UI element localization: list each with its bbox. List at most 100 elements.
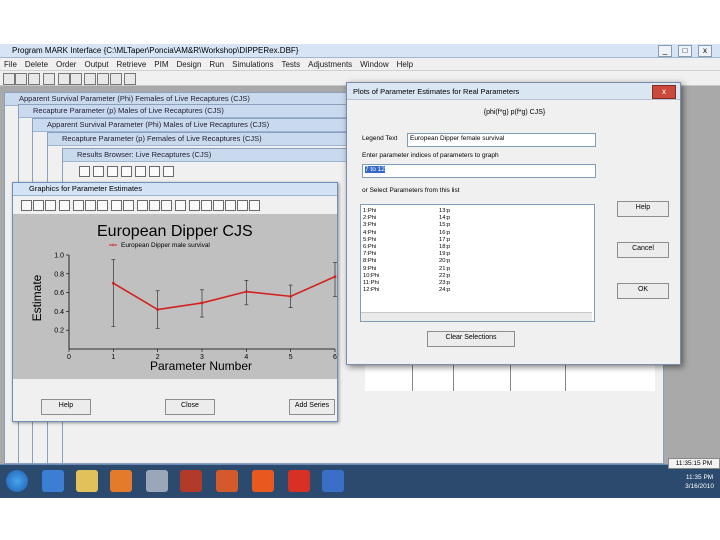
menu-design[interactable]: Design bbox=[177, 58, 202, 70]
toolbar-results-icon[interactable] bbox=[110, 73, 122, 85]
graph-print-icon[interactable] bbox=[225, 200, 236, 211]
menu-pim[interactable]: PIM bbox=[154, 58, 168, 70]
graph-grid-icon[interactable] bbox=[59, 200, 70, 211]
graph-help-button[interactable]: Help bbox=[41, 399, 91, 415]
rb-copy-icon[interactable] bbox=[149, 166, 160, 177]
list-scrollbar[interactable] bbox=[361, 312, 592, 321]
toolbar-design-icon[interactable] bbox=[84, 73, 96, 85]
ie-icon[interactable] bbox=[42, 470, 64, 492]
powerpoint-icon[interactable] bbox=[216, 470, 238, 492]
list-item[interactable]: 8:Phi bbox=[363, 258, 379, 265]
list-item[interactable]: 6:Phi bbox=[363, 244, 379, 251]
rb-text-icon[interactable] bbox=[121, 166, 132, 177]
menu-help[interactable]: Help bbox=[397, 58, 413, 70]
list-item[interactable]: 17:p bbox=[439, 237, 450, 244]
add-series-button[interactable]: Add Series bbox=[289, 399, 335, 415]
minimize-button[interactable]: _ bbox=[658, 45, 672, 57]
graph-area-icon[interactable] bbox=[73, 200, 84, 211]
list-item[interactable]: 4:Phi bbox=[363, 230, 379, 237]
tool-icon[interactable] bbox=[146, 470, 168, 492]
close-button[interactable]: x bbox=[698, 45, 712, 57]
help-button[interactable]: Help bbox=[617, 201, 669, 217]
menu-order[interactable]: Order bbox=[56, 58, 76, 70]
graph-line-icon[interactable] bbox=[45, 200, 56, 211]
graph-color-icon[interactable] bbox=[137, 200, 148, 211]
graph-pie-icon[interactable] bbox=[111, 200, 122, 211]
list-item[interactable]: 14:p bbox=[439, 215, 450, 222]
menu-output[interactable]: Output bbox=[84, 58, 108, 70]
graph-zoom-icon[interactable] bbox=[237, 200, 248, 211]
list-item[interactable]: 24:p bbox=[439, 287, 450, 294]
toolbar-run-icon[interactable] bbox=[97, 73, 109, 85]
rb-print-icon[interactable] bbox=[163, 166, 174, 177]
cancel-button[interactable]: Cancel bbox=[617, 242, 669, 258]
graph-table-icon[interactable] bbox=[21, 200, 32, 211]
graph-close-button[interactable]: Close bbox=[165, 399, 215, 415]
list-item[interactable]: 19:p bbox=[439, 251, 450, 258]
menu-retrieve[interactable]: Retrieve bbox=[116, 58, 146, 70]
rb-table-icon[interactable] bbox=[93, 166, 104, 177]
graph-font-icon[interactable] bbox=[189, 200, 200, 211]
graph-legend-icon[interactable] bbox=[161, 200, 172, 211]
list-item[interactable]: 5:Phi bbox=[363, 237, 379, 244]
system-clock[interactable]: 11:35 PM 3/16/2010 bbox=[685, 473, 714, 491]
list-item[interactable]: 21:p bbox=[439, 266, 450, 273]
graph-save-icon[interactable] bbox=[213, 200, 224, 211]
graph-help-icon[interactable] bbox=[249, 200, 260, 211]
graphics-window[interactable]: Graphics for Parameter Estimates Europea… bbox=[12, 182, 338, 422]
menu-run[interactable]: Run bbox=[209, 58, 224, 70]
toolbar-text-icon[interactable] bbox=[43, 73, 55, 85]
menu-window[interactable]: Window bbox=[360, 58, 388, 70]
maximize-button[interactable]: □ bbox=[678, 45, 692, 57]
dialog-close-button[interactable]: x bbox=[652, 85, 676, 99]
graph-stack-icon[interactable] bbox=[97, 200, 108, 211]
list-item[interactable]: 16:p bbox=[439, 230, 450, 237]
list-item[interactable]: 2:Phi bbox=[363, 215, 379, 222]
graph-pattern-icon[interactable] bbox=[149, 200, 160, 211]
firefox-icon[interactable] bbox=[252, 470, 274, 492]
list-item[interactable]: 1:Phi bbox=[363, 208, 379, 215]
toolbar-edit-icon[interactable] bbox=[58, 73, 70, 85]
list-item[interactable]: 13:p bbox=[439, 208, 450, 215]
menu-delete[interactable]: Delete bbox=[25, 58, 48, 70]
mark-icon[interactable] bbox=[180, 470, 202, 492]
ok-button[interactable]: OK bbox=[617, 283, 669, 299]
toolbar-pim-icon[interactable] bbox=[70, 73, 82, 85]
explorer-icon[interactable] bbox=[76, 470, 98, 492]
toolbar-table-icon[interactable] bbox=[15, 73, 27, 85]
indices-input[interactable]: 7 to 12 bbox=[362, 164, 596, 178]
toolbar-grid-icon[interactable] bbox=[3, 73, 15, 85]
menu-simulations[interactable]: Simulations bbox=[232, 58, 273, 70]
list-item[interactable]: 7:Phi bbox=[363, 251, 379, 258]
list-item[interactable]: 22:p bbox=[439, 273, 450, 280]
list-item[interactable]: 9:Phi bbox=[363, 266, 379, 273]
legend-text-input[interactable]: European Dipper female survival bbox=[407, 133, 596, 147]
graph-axis-icon[interactable] bbox=[175, 200, 186, 211]
start-button[interactable] bbox=[6, 470, 28, 492]
graph-bar-icon[interactable] bbox=[33, 200, 44, 211]
list-item[interactable]: 10:Phi bbox=[363, 273, 379, 280]
menu-adjustments[interactable]: Adjustments bbox=[308, 58, 352, 70]
toolbar-help-icon[interactable] bbox=[124, 73, 136, 85]
acrobat-icon[interactable] bbox=[288, 470, 310, 492]
list-item[interactable]: 3:Phi bbox=[363, 222, 379, 229]
rb-grid-icon[interactable] bbox=[79, 166, 90, 177]
graph-scatter-icon[interactable] bbox=[85, 200, 96, 211]
clear-selections-button[interactable]: Clear Selections bbox=[427, 331, 515, 347]
list-item[interactable]: 20:p bbox=[439, 258, 450, 265]
list-item[interactable]: 23:p bbox=[439, 280, 450, 287]
rb-chart-icon[interactable] bbox=[107, 166, 118, 177]
graph-3d-icon[interactable] bbox=[123, 200, 134, 211]
graph-copy-icon[interactable] bbox=[201, 200, 212, 211]
rb-chart2-icon[interactable] bbox=[135, 166, 146, 177]
parameter-list[interactable]: 1:Phi 2:Phi 3:Phi 4:Phi 5:Phi 6:Phi 7:Phi 8:Phi… bbox=[360, 204, 595, 322]
list-item[interactable]: 12:Phi bbox=[363, 287, 379, 294]
list-item[interactable]: 18:p bbox=[439, 244, 450, 251]
list-item[interactable]: 11:Phi bbox=[363, 280, 379, 287]
list-item[interactable]: 15:p bbox=[439, 222, 450, 229]
toolbar-chart-icon[interactable] bbox=[28, 73, 40, 85]
menu-file[interactable]: File bbox=[4, 58, 17, 70]
media-player-icon[interactable] bbox=[110, 470, 132, 492]
menu-tests[interactable]: Tests bbox=[281, 58, 300, 70]
word-icon[interactable] bbox=[322, 470, 344, 492]
